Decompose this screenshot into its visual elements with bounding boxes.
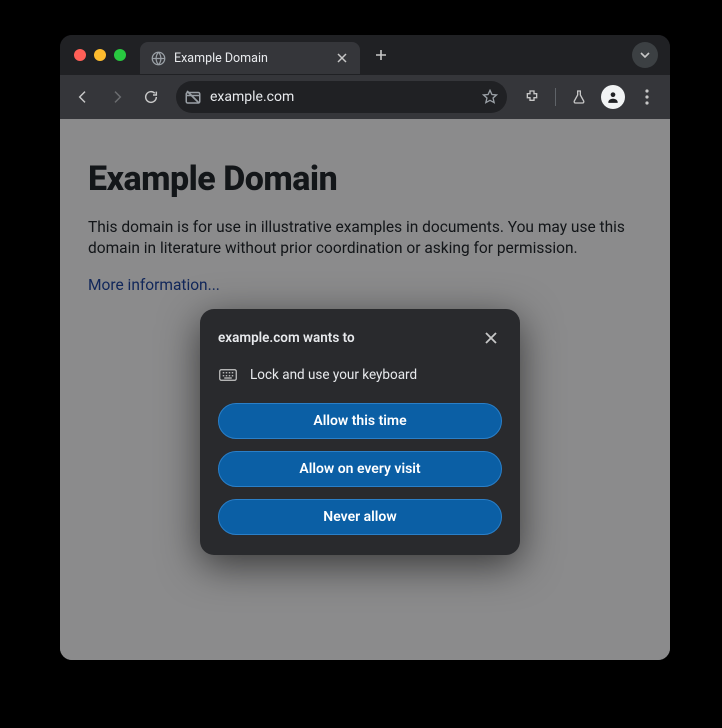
tab-search-button[interactable] [632, 42, 658, 68]
permission-dialog-close-button[interactable] [480, 327, 502, 349]
labs-button[interactable] [564, 82, 594, 112]
window-controls [74, 49, 126, 61]
tab-strip: Example Domain [60, 35, 670, 75]
extensions-button[interactable] [517, 82, 547, 112]
permission-dialog: example.com wants to Lock and use your k… [200, 309, 520, 555]
permission-dialog-title: example.com wants to [218, 330, 355, 346]
keyboard-icon [218, 365, 238, 385]
back-button[interactable] [68, 82, 98, 112]
forward-button[interactable] [102, 82, 132, 112]
avatar [601, 85, 625, 109]
menu-button[interactable] [632, 82, 662, 112]
allow-this-time-button[interactable]: Allow this time [218, 403, 502, 439]
toolbar: example.com [60, 75, 670, 119]
browser-tab[interactable]: Example Domain [140, 42, 360, 74]
browser-window: Example Domain [60, 35, 670, 660]
viewport: Example Domain This domain is for use in… [60, 119, 670, 660]
site-info-icon[interactable] [184, 88, 202, 106]
tab-close-button[interactable] [334, 50, 350, 66]
profile-button[interactable] [598, 82, 628, 112]
bookmark-star-icon[interactable] [481, 88, 499, 106]
toolbar-divider [555, 88, 556, 106]
permission-request-row: Lock and use your keyboard [218, 365, 502, 385]
window-fullscreen-button[interactable] [114, 49, 126, 61]
never-allow-button[interactable]: Never allow [218, 499, 502, 535]
permission-request-label: Lock and use your keyboard [250, 367, 417, 383]
url-text: example.com [210, 89, 473, 105]
reload-button[interactable] [136, 82, 166, 112]
address-bar[interactable]: example.com [176, 81, 507, 113]
globe-icon [150, 50, 166, 66]
new-tab-button[interactable] [368, 42, 394, 68]
tab-title: Example Domain [174, 51, 326, 66]
allow-every-visit-button[interactable]: Allow on every visit [218, 451, 502, 487]
window-minimize-button[interactable] [94, 49, 106, 61]
window-close-button[interactable] [74, 49, 86, 61]
